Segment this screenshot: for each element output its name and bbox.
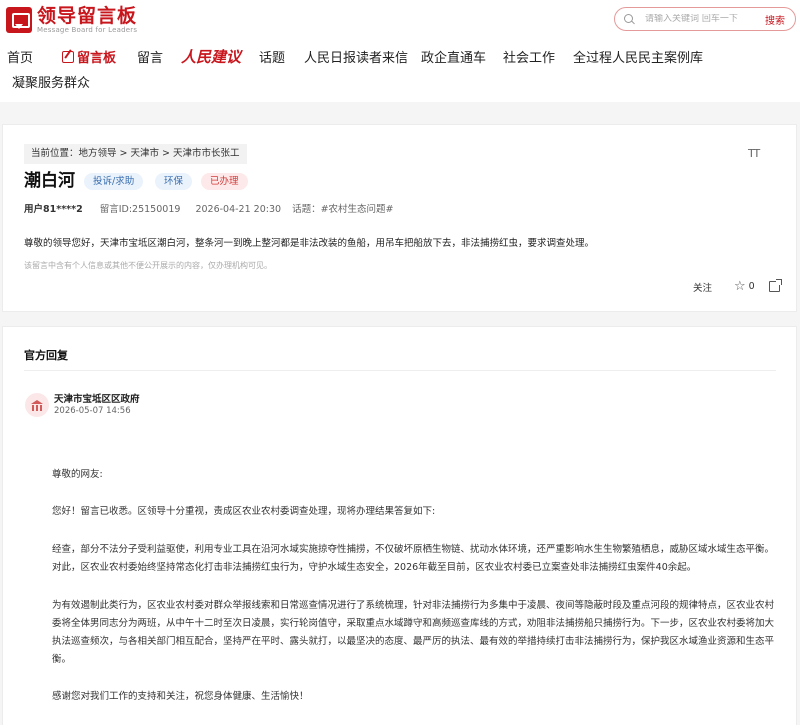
page-title: 潮白河 [24, 171, 75, 191]
star-icon[interactable]: ☆ [734, 279, 746, 294]
nav-item-democracy-cases[interactable]: 全过程人民民主案例库 [573, 50, 703, 68]
star-count: 0 [748, 281, 755, 292]
message-board-logo-icon [6, 7, 32, 33]
logo-subtitle: Message Board for Leaders [37, 25, 138, 34]
message-id: 留言ID:25150019 [99, 204, 181, 215]
nav-item-message-board[interactable]: 留言板 [62, 50, 116, 68]
message-actions: 关注 ☆ 0 [693, 279, 782, 294]
search-input[interactable] [645, 14, 760, 24]
reply-paragraph: 经查，部分不法分子受利益驱使，利用专业工具在沿河水域实施掠夺性捕捞，不仅破坏原栖… [52, 544, 775, 573]
nav-item-social-work[interactable]: 社会工作 [503, 50, 555, 68]
top-header: 领导留言板 Message Board for Leaders 搜索 [0, 0, 800, 40]
tag-complaint: 投诉/求助 [84, 173, 144, 190]
main-nav: 首页 留言板 留言 人民建议 话题 人民日报读者来信 政企直通车 社会工作 全过… [0, 40, 800, 102]
reply-paragraph: 为有效遏制此类行为，区农业农村委对群众举报线索和日常巡查情况进行了系统梳理，针对… [52, 600, 775, 665]
reply-time: 2026-05-07 14:56 [54, 406, 131, 416]
pen-icon [62, 51, 74, 63]
status-badge: 已办理 [201, 173, 248, 190]
government-building-icon [31, 399, 43, 411]
nav-item-home[interactable]: 首页 [7, 50, 33, 68]
site-logo[interactable]: 领导留言板 Message Board for Leaders [6, 5, 137, 35]
nav-item-gov-enterprise[interactable]: 政企直通车 [421, 50, 486, 68]
message-card: 当前位置：地方领导 > 天津市 > 天津市市长张工 TT 潮白河 投诉/求助 环… [2, 124, 797, 312]
message-meta: 用户81****2 留言ID:25150019 2026-04-21 20:30… [24, 203, 394, 217]
nav-item-message[interactable]: 留言 [137, 50, 163, 68]
message-time: 2026-04-21 20:30 [195, 204, 282, 215]
reply-org-name: 天津市宝坻区区政府 [54, 394, 140, 405]
reply-section-title: 官方回复 [24, 349, 68, 362]
user-name: 用户81****2 [24, 204, 83, 215]
nav-item-people-suggestion[interactable]: 人民建议 [181, 48, 241, 66]
search-icon [624, 13, 635, 25]
reply-paragraph: 您好！留言已收悉。区领导十分重视，责成区农业农村委调查处理，现将办理结果答复如下… [52, 506, 436, 517]
divider [24, 370, 776, 371]
follow-button[interactable]: 关注 [693, 280, 712, 294]
nav-item-readers-letters[interactable]: 人民日报读者来信 [304, 50, 408, 68]
search-button[interactable]: 搜索 [765, 12, 785, 27]
font-size-toggle[interactable]: TT [748, 147, 760, 160]
nav-item-topics[interactable]: 话题 [259, 50, 285, 68]
reply-paragraph: 感谢您对我们工作的支持和关注，祝您身体健康、生活愉快！ [52, 691, 309, 702]
breadcrumb[interactable]: 当前位置：地方领导 > 天津市 > 天津市市长张工 [24, 144, 247, 164]
message-topic[interactable]: 话题：#农村生态问题# [292, 204, 393, 215]
message-content: 尊敬的领导您好，天津市宝坻区潮白河，整条河一到晚上整河都是非法改装的鱼船，用吊车… [24, 238, 595, 249]
nav-item-serve-public[interactable]: 凝聚服务群众 [12, 75, 90, 93]
logo-title: 领导留言板 [37, 4, 138, 27]
share-icon[interactable] [768, 279, 782, 292]
reply-paragraph: 尊敬的网友: [52, 469, 103, 480]
privacy-note: 该留言中含有个人信息或其他不便公开展示的内容，仅办理机构可见。 [24, 261, 272, 270]
avatar [25, 393, 49, 417]
tag-environment: 环保 [155, 173, 193, 190]
search-box: 搜索 [614, 7, 796, 31]
official-reply-card: 官方回复 天津市宝坻区区政府 2026-05-07 14:56 尊敬的网友: 您… [2, 326, 797, 725]
